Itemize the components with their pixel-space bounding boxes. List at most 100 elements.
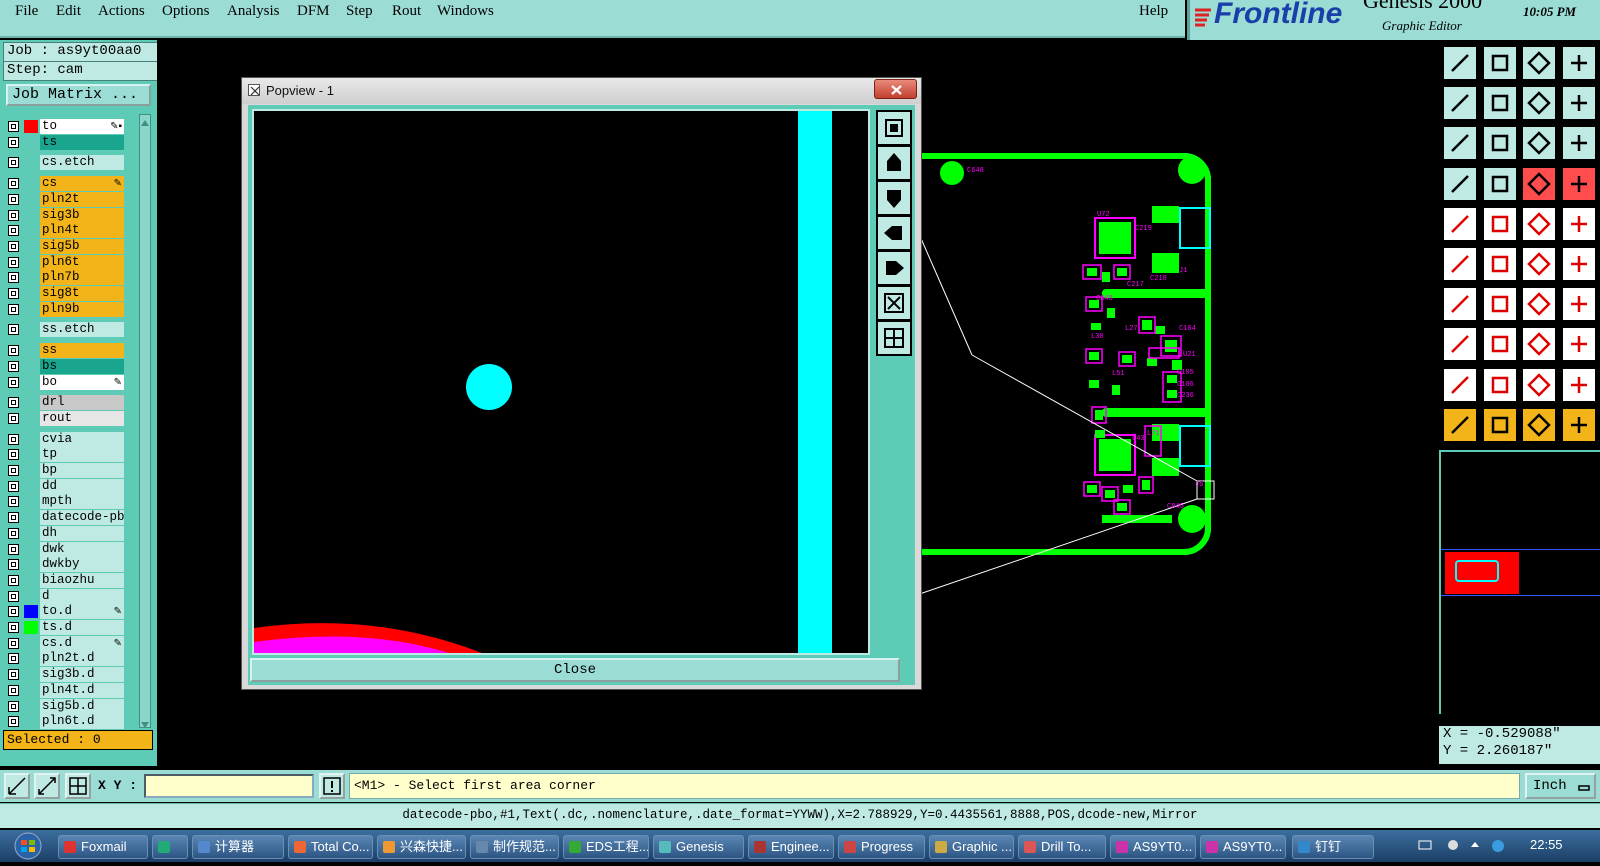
select-color-icon[interactable] xyxy=(1481,205,1518,242)
feature-add-icon[interactable] xyxy=(1442,205,1478,242)
zoom-reset-icon[interactable] xyxy=(1521,85,1557,122)
layer-row[interactable]: cs.etch xyxy=(6,155,124,171)
zoom-center-icon[interactable] xyxy=(876,320,912,356)
line-select-icon[interactable] xyxy=(1481,326,1518,363)
scroll-down-icon[interactable] xyxy=(140,717,150,728)
layer-checkbox[interactable] xyxy=(8,700,19,712)
pan-right-icon[interactable] xyxy=(1481,85,1518,122)
tray-icon[interactable] xyxy=(1446,838,1460,852)
layer-row[interactable]: pln9b xyxy=(6,301,124,317)
layer-row[interactable]: cs.d ✎ xyxy=(6,635,124,651)
layer-checkbox[interactable] xyxy=(8,637,19,649)
zoom-out-icon[interactable] xyxy=(1481,45,1518,81)
layer-row[interactable]: sig8t xyxy=(6,286,124,301)
help-icon[interactable] xyxy=(1560,125,1597,162)
pad-icon[interactable] xyxy=(1560,205,1597,242)
layer-checkbox[interactable] xyxy=(8,512,19,524)
layer-row[interactable]: d xyxy=(6,588,124,604)
menu-help[interactable]: Help xyxy=(1139,3,1168,20)
menu-dfm[interactable]: DFM xyxy=(297,3,330,20)
layer-checkbox[interactable] xyxy=(8,669,19,681)
layer-checkbox[interactable] xyxy=(8,303,19,315)
layer-checkbox[interactable] xyxy=(8,449,19,461)
window-close-button[interactable] xyxy=(874,79,917,99)
arc-icon[interactable] xyxy=(1521,286,1557,323)
snap-grid-icon[interactable] xyxy=(4,773,30,799)
line-icon[interactable] xyxy=(1481,286,1518,323)
layer-row[interactable]: bs xyxy=(6,358,124,374)
pointer-box-icon[interactable] xyxy=(1521,406,1557,443)
layer-checkbox[interactable] xyxy=(8,433,19,445)
layer-row[interactable]: ss.etch xyxy=(6,322,124,338)
layer-row[interactable]: sig3b.d xyxy=(6,667,124,683)
layer-row[interactable]: to.d ✎ xyxy=(6,604,124,620)
layer-checkbox[interactable] xyxy=(8,121,19,132)
units-selector[interactable]: Inch xyxy=(1525,773,1596,799)
layer-row[interactable]: ts xyxy=(6,134,124,150)
layer-row[interactable]: pln4t.d xyxy=(6,682,124,698)
taskbar-item[interactable]: Drill To... xyxy=(1018,835,1106,859)
layer-checkbox[interactable] xyxy=(8,559,19,571)
layer-checkbox[interactable] xyxy=(8,272,19,284)
pointer-select-icon[interactable] xyxy=(1481,406,1518,443)
layer-row[interactable]: pln6t.d xyxy=(6,714,124,729)
job-matrix-button[interactable]: Job Matrix ... xyxy=(6,84,151,106)
xy-input[interactable] xyxy=(144,774,314,798)
layer-row[interactable]: bp xyxy=(6,463,124,478)
taskbar-item[interactable]: Enginee... xyxy=(748,835,834,859)
taskbar-item[interactable] xyxy=(152,835,188,859)
layer-checkbox[interactable] xyxy=(8,288,19,299)
layer-checkbox[interactable] xyxy=(8,209,19,221)
layer-row[interactable]: dh xyxy=(6,525,124,541)
menu-actions[interactable]: Actions xyxy=(98,3,145,20)
menu-step[interactable]: Step xyxy=(346,3,373,20)
layer-row[interactable]: cs ✎ xyxy=(6,176,124,192)
menu-windows[interactable]: Windows xyxy=(437,3,494,20)
taskbar-item[interactable]: AS9YT0... xyxy=(1110,835,1196,859)
snap-icon[interactable] xyxy=(1521,165,1557,202)
layer-row[interactable]: pln7b xyxy=(6,270,124,286)
layer-checkbox[interactable] xyxy=(8,360,19,372)
layer-checkbox[interactable] xyxy=(8,527,19,539)
layer-checkbox[interactable] xyxy=(8,465,19,476)
pan-down-icon[interactable] xyxy=(876,180,912,216)
cross-icon[interactable] xyxy=(1481,246,1518,282)
resize-icon[interactable] xyxy=(1521,326,1557,363)
layer-row[interactable]: biaozhu xyxy=(6,572,124,588)
layer-row[interactable]: tp xyxy=(6,447,124,463)
layer-checkbox[interactable] xyxy=(8,574,19,586)
popview-titlebar[interactable]: Popview - 1 xyxy=(242,78,921,104)
overview-map[interactable] xyxy=(1439,452,1600,714)
point-select-icon[interactable] xyxy=(1560,246,1597,282)
layer-row[interactable]: cvia xyxy=(6,431,124,447)
layer-row[interactable]: drl xyxy=(6,395,124,411)
pad-select-icon[interactable] xyxy=(1442,326,1478,363)
taskbar-item[interactable]: Foxmail xyxy=(58,835,148,859)
pan-right-icon[interactable] xyxy=(876,250,912,286)
probe-icon[interactable] xyxy=(1481,165,1518,202)
layer-row[interactable]: sig5b xyxy=(6,238,124,254)
popview-canvas[interactable] xyxy=(252,109,870,655)
layer-row[interactable]: to ✎▪ xyxy=(6,119,124,134)
taskbar-item[interactable]: AS9YT0... xyxy=(1200,835,1286,859)
layer-row[interactable]: sig3b xyxy=(6,207,124,223)
zoom-fit-icon[interactable] xyxy=(876,285,912,321)
layer-checkbox[interactable] xyxy=(8,543,19,555)
taskbar-item[interactable]: 制作规范... xyxy=(470,835,559,859)
layer-checkbox[interactable] xyxy=(8,178,19,190)
zoom-home-icon[interactable] xyxy=(1442,45,1478,81)
home-icon[interactable] xyxy=(1521,45,1557,81)
taskbar-item[interactable]: Graphic ... xyxy=(929,835,1014,859)
layer-checkbox[interactable] xyxy=(8,653,19,665)
pan-up-icon[interactable] xyxy=(876,145,912,181)
triangle-select-icon[interactable] xyxy=(1521,366,1557,403)
layer-scrollbar[interactable] xyxy=(139,114,151,728)
fit-screen-icon[interactable] xyxy=(1442,125,1478,162)
layer-checkbox[interactable] xyxy=(8,225,19,237)
scroll-up-icon[interactable] xyxy=(140,115,150,126)
network-icon[interactable] xyxy=(1490,838,1506,854)
layer-checkbox[interactable] xyxy=(8,716,19,728)
layer-row[interactable]: dwk xyxy=(6,541,124,557)
split-icon[interactable] xyxy=(1560,286,1597,323)
pan-left-icon[interactable] xyxy=(876,215,912,251)
